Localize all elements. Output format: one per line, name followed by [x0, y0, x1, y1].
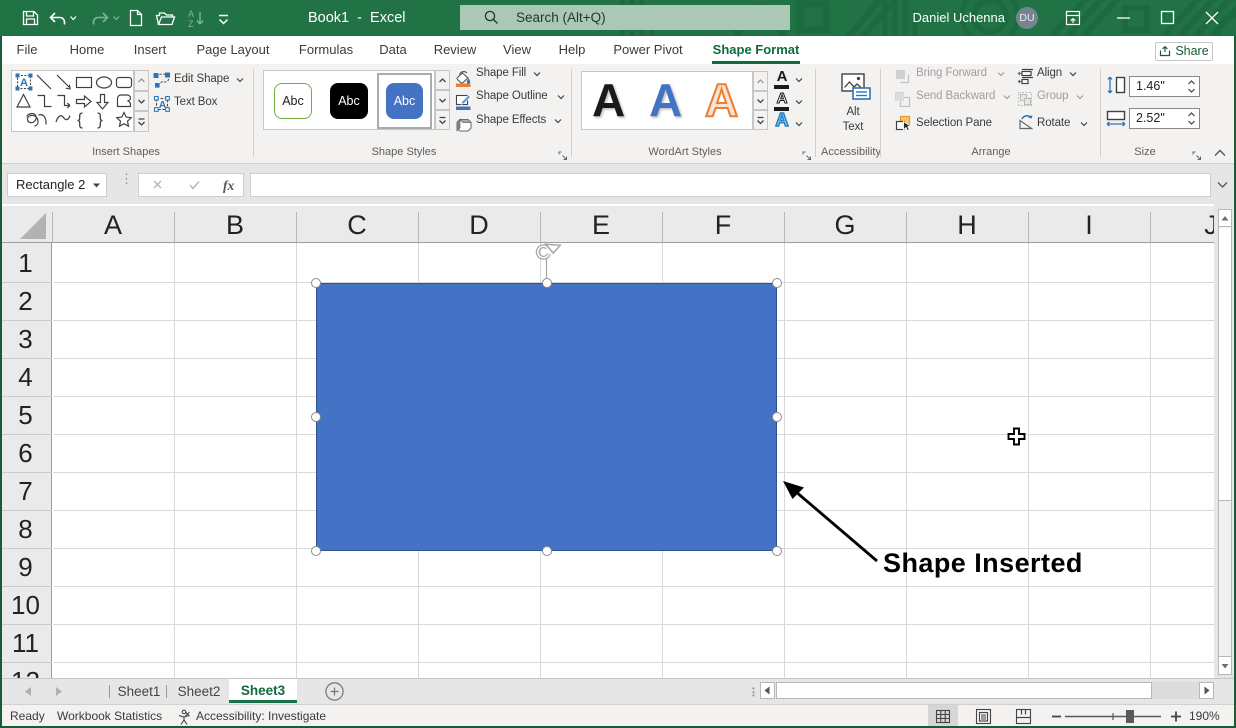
svg-text:A: A	[188, 9, 194, 19]
svg-text:fx: fx	[223, 178, 234, 193]
svg-text:Z: Z	[188, 19, 194, 29]
svg-text:A: A	[20, 77, 28, 89]
